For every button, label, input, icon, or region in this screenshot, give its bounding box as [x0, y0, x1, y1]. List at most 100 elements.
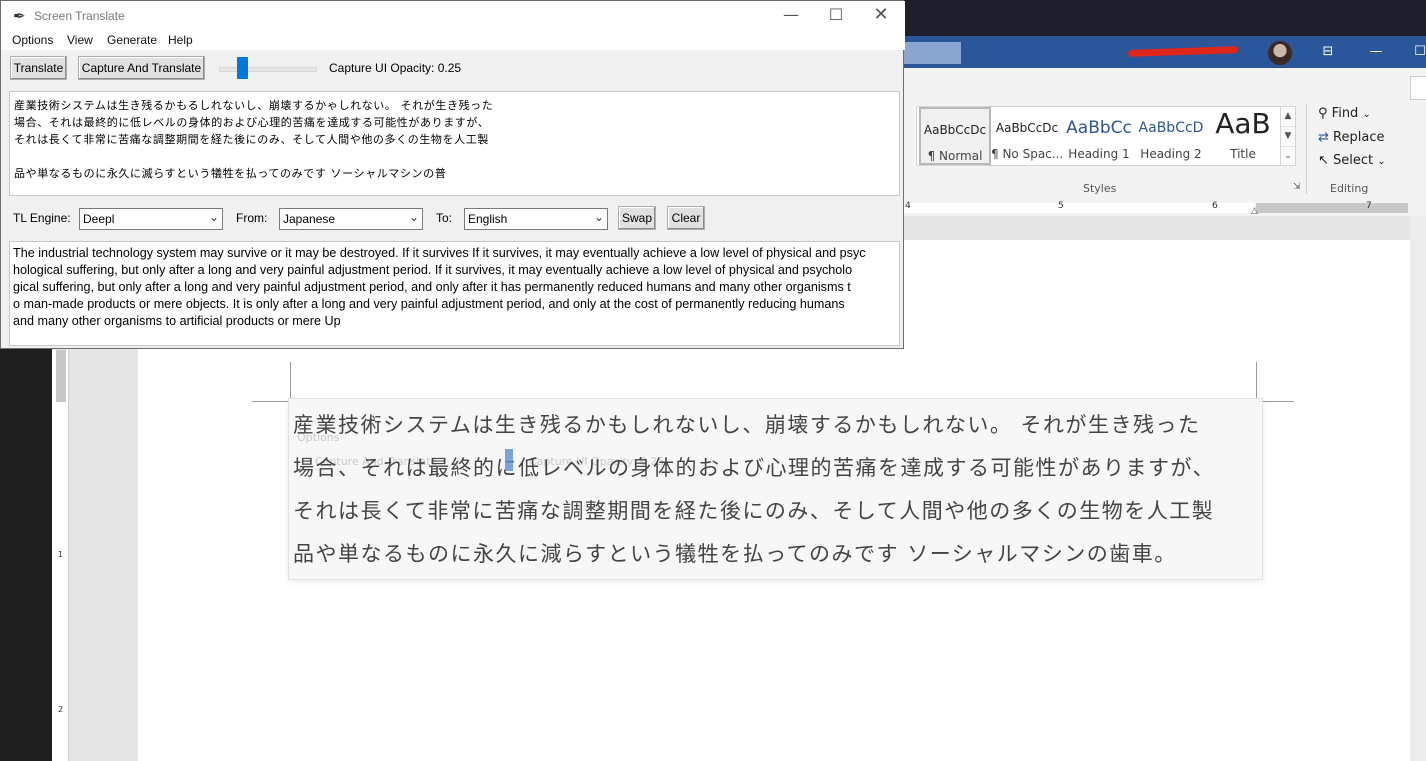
chevron-down-icon[interactable]: ▼ — [1281, 127, 1295, 147]
chevron-down-icon: ⌄ — [1362, 109, 1371, 120]
window-title: Screen Translate — [34, 9, 125, 23]
style-preview: AaBbCc — [1066, 118, 1132, 138]
source-line: 産業技術システムは生き残るかもるしれないし、崩壊するかゃしれない。 それが生き残… — [14, 99, 494, 112]
translation-text-area[interactable]: The industrial technology system may sur… — [9, 241, 900, 346]
style-heading-1[interactable]: AaBbCc Heading 1 — [1063, 107, 1135, 165]
vruler-number: 1 — [58, 550, 64, 559]
chevron-up-icon[interactable]: ▲ — [1281, 107, 1295, 127]
vertical-ruler-margin — [56, 350, 66, 402]
chevron-down-icon: ⌄ — [1377, 156, 1386, 167]
menu-generate[interactable]: Generate — [107, 33, 157, 47]
opacity-slider-thumb[interactable] — [237, 57, 248, 79]
style-preview: AaBbCcD — [1138, 120, 1204, 136]
ruler-number: 6 — [1212, 201, 1218, 211]
expand-gallery-icon[interactable]: ⌄ — [1281, 147, 1295, 166]
document-line: 場合、それは最終的に低レベルの身体的および心理的苦痛を達成する可能性がありますが… — [293, 456, 1216, 480]
translate-button[interactable]: Translate — [10, 56, 67, 80]
to-language-select[interactable]: English ⌄ — [464, 208, 608, 230]
style-name: Heading 2 — [1140, 147, 1202, 161]
translation-line: and many other organisms to artificial p… — [13, 314, 341, 328]
style-name: Heading 1 — [1068, 147, 1130, 161]
to-label: To: — [436, 211, 453, 225]
ribbon-group-separator — [1306, 104, 1307, 194]
source-line: それは長くて非常に苦痛な調整期間を経た後にのみ、そして人間や他の多くの生物を人工… — [14, 133, 489, 146]
indent-marker-icon[interactable]: △ — [1251, 206, 1258, 216]
style-title[interactable]: AaB Title — [1207, 107, 1279, 165]
styles-group-label: Styles — [1083, 182, 1117, 195]
translation-line: gical suffering, but only after a long a… — [13, 280, 851, 294]
style-normal[interactable]: AaBbCcDc ¶ Normal — [919, 107, 991, 165]
chevron-down-icon: ⌄ — [593, 210, 604, 224]
translation-line: o man-made products or mere objects. It … — [13, 297, 845, 311]
replace-label: Replace — [1333, 130, 1385, 145]
chevron-down-icon: ⌄ — [408, 210, 419, 224]
capture-overlay-window[interactable]: Options Capture And Translate Capture UI… — [288, 398, 1263, 580]
select-button[interactable]: ↖ Select ⌄ — [1318, 153, 1386, 168]
word-search-box[interactable] — [904, 42, 961, 64]
from-language-value: Japanese — [283, 212, 336, 226]
style-preview: AaBbCcDc — [923, 123, 987, 137]
crop-mark — [1256, 362, 1257, 398]
swap-button[interactable]: Swap — [618, 206, 656, 230]
to-language-value: English — [468, 212, 508, 226]
crop-mark — [1258, 401, 1294, 402]
menu-view[interactable]: View — [67, 33, 93, 47]
styles-gallery-scroll[interactable]: ▲ ▼ ⌄ — [1280, 106, 1296, 166]
opacity-slider-track[interactable] — [219, 67, 317, 72]
replace-button[interactable]: ⇄ Replace — [1318, 130, 1384, 145]
source-line: 品や単なるものに永久に滅らすという犠牲を払ってのみです ソーシャルマシンの普 — [14, 167, 447, 180]
find-button[interactable]: ⚲ Find ⌄ — [1318, 106, 1371, 121]
from-label: From: — [236, 211, 268, 225]
clear-button[interactable]: Clear — [667, 206, 705, 230]
ribbon-display-icon[interactable]: ⊟ — [1318, 42, 1338, 62]
chevron-down-icon: ⌄ — [208, 210, 219, 224]
vertical-scrollbar[interactable] — [1410, 216, 1426, 761]
vruler-number: 2 — [58, 705, 64, 714]
capture-and-translate-button[interactable]: Capture And Translate — [78, 56, 205, 80]
tl-engine-label: TL Engine: — [13, 211, 71, 225]
style-preview: AaB — [1215, 107, 1271, 140]
document-line: 品や単なるものに永久に減らすという犠牲を払ってのみです ソーシャルマシンの歯車。 — [293, 542, 1177, 566]
select-label: Select — [1333, 153, 1374, 168]
crop-mark — [290, 362, 291, 398]
translation-line: hological suffering, but only after a lo… — [13, 263, 853, 277]
translation-line: The industrial technology system may sur… — [13, 246, 866, 260]
ruler-number: 5 — [1058, 201, 1064, 211]
style-name: ¶ Normal — [927, 149, 983, 163]
ruler-margin-area — [1256, 203, 1408, 213]
find-label: Find — [1331, 106, 1359, 121]
share-icon[interactable] — [1410, 76, 1426, 100]
styles-gallery: AaBbCcDc ¶ Normal AaBbCcDc ¶ No Spac... … — [916, 106, 1284, 166]
opacity-label: Capture UI Opacity: 0.25 — [329, 61, 462, 75]
close-icon[interactable]: ✕ — [859, 1, 903, 31]
crop-mark — [252, 401, 290, 402]
source-text-area[interactable]: 産業技術システムは生き残るかもるしれないし、崩壊するかゃしれない。 それが生き残… — [9, 91, 900, 196]
text-cursor-highlight — [505, 449, 513, 471]
menu-bar: Options View Generate Help — [1, 31, 905, 50]
dialog-launcher-icon[interactable]: ⇲ — [1293, 182, 1301, 192]
style-name: Title — [1230, 147, 1256, 161]
from-language-select[interactable]: Japanese ⌄ — [279, 208, 423, 230]
maximize-icon[interactable]: ☐ — [1410, 42, 1426, 62]
tl-engine-select[interactable]: Deepl ⌄ — [79, 208, 223, 230]
title-bar[interactable]: ✒ Screen Translate — ☐ ✕ — [1, 1, 905, 31]
document-line: それは長くて非常に苦痛な調整期間を経た後にのみ、そして人間や他の多くの生物を人工… — [293, 499, 1215, 523]
replace-icon: ⇄ — [1318, 130, 1329, 145]
style-heading-2[interactable]: AaBbCcD Heading 2 — [1135, 107, 1207, 165]
minimize-icon[interactable]: — — [1366, 42, 1386, 62]
search-icon: ⚲ — [1318, 106, 1328, 121]
maximize-icon[interactable]: ☐ — [814, 1, 858, 31]
menu-help[interactable]: Help — [168, 33, 193, 47]
editing-group-label: Editing — [1330, 182, 1369, 195]
style-no-spacing[interactable]: AaBbCcDc ¶ No Spac... — [991, 107, 1063, 165]
screen-translate-window: ✒ Screen Translate — ☐ ✕ Options View Ge… — [0, 0, 905, 349]
minimize-icon[interactable]: — — [769, 1, 813, 31]
tl-engine-value: Deepl — [83, 212, 115, 226]
cursor-arrow-icon: ↖ — [1318, 153, 1329, 168]
ruler-number: 7 — [1366, 201, 1372, 211]
ruler-number: 4 — [905, 201, 911, 211]
user-avatar[interactable] — [1268, 41, 1292, 65]
menu-options[interactable]: Options — [12, 33, 53, 47]
source-line: 場合、それは最終的に低レベルの身体的および心理的苦痛を達成する可能性がありますが… — [14, 116, 490, 129]
style-name: ¶ No Spac... — [991, 147, 1063, 161]
